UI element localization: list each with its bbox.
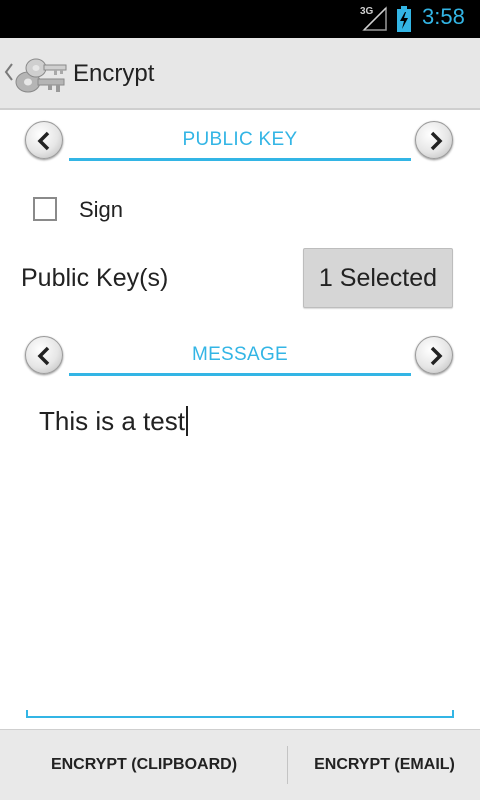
- public-key-pager: PUBLIC KEY: [0, 117, 480, 165]
- sign-checkbox[interactable]: [33, 197, 57, 221]
- text-cursor: [185, 406, 188, 436]
- battery-icon: [397, 6, 411, 32]
- section-title-public-key: PUBLIC KEY: [182, 129, 298, 150]
- encrypt-email-button[interactable]: ENCRYPT (EMAIL): [289, 730, 480, 800]
- chevron-left-icon: [37, 346, 50, 366]
- signal-icon: 3G: [360, 6, 388, 32]
- clock: 3:58: [422, 4, 465, 29]
- message-input[interactable]: This is a test: [26, 390, 454, 718]
- message-text[interactable]: This is a test: [39, 406, 188, 437]
- public-keys-label: Public Key(s): [21, 264, 169, 292]
- message-underline: [26, 716, 454, 718]
- encrypt-clipboard-button[interactable]: ENCRYPT (CLIPBOARD): [0, 730, 288, 800]
- up-caret-icon[interactable]: [4, 62, 14, 82]
- sign-label[interactable]: Sign: [79, 197, 123, 223]
- section-title-message: MESSAGE: [191, 344, 289, 365]
- message-underline-tick: [452, 710, 454, 718]
- message-value: This is a test: [39, 406, 185, 436]
- message-underline-tick: [26, 710, 28, 718]
- message-pager: MESSAGE: [0, 332, 480, 380]
- select-public-keys-button[interactable]: 1 Selected: [303, 248, 453, 308]
- bottom-button-bar: ENCRYPT (CLIPBOARD) ENCRYPT (EMAIL): [0, 729, 480, 800]
- status-bar: 3G 3:58: [0, 0, 480, 38]
- section-underline: [69, 373, 411, 376]
- section-underline: [69, 158, 411, 161]
- previous-section-button[interactable]: [25, 336, 63, 374]
- network-type-label: 3G: [360, 6, 374, 17]
- keys-icon[interactable]: [14, 52, 68, 98]
- chevron-left-icon: [37, 131, 50, 151]
- page-title: Encrypt: [73, 60, 155, 87]
- chevron-right-icon: [430, 346, 443, 366]
- button-divider: [287, 746, 288, 784]
- next-section-button[interactable]: [415, 121, 453, 159]
- chevron-right-icon: [430, 131, 443, 151]
- previous-section-button[interactable]: [25, 121, 63, 159]
- action-bar: Encrypt: [0, 38, 480, 110]
- next-section-button[interactable]: [415, 336, 453, 374]
